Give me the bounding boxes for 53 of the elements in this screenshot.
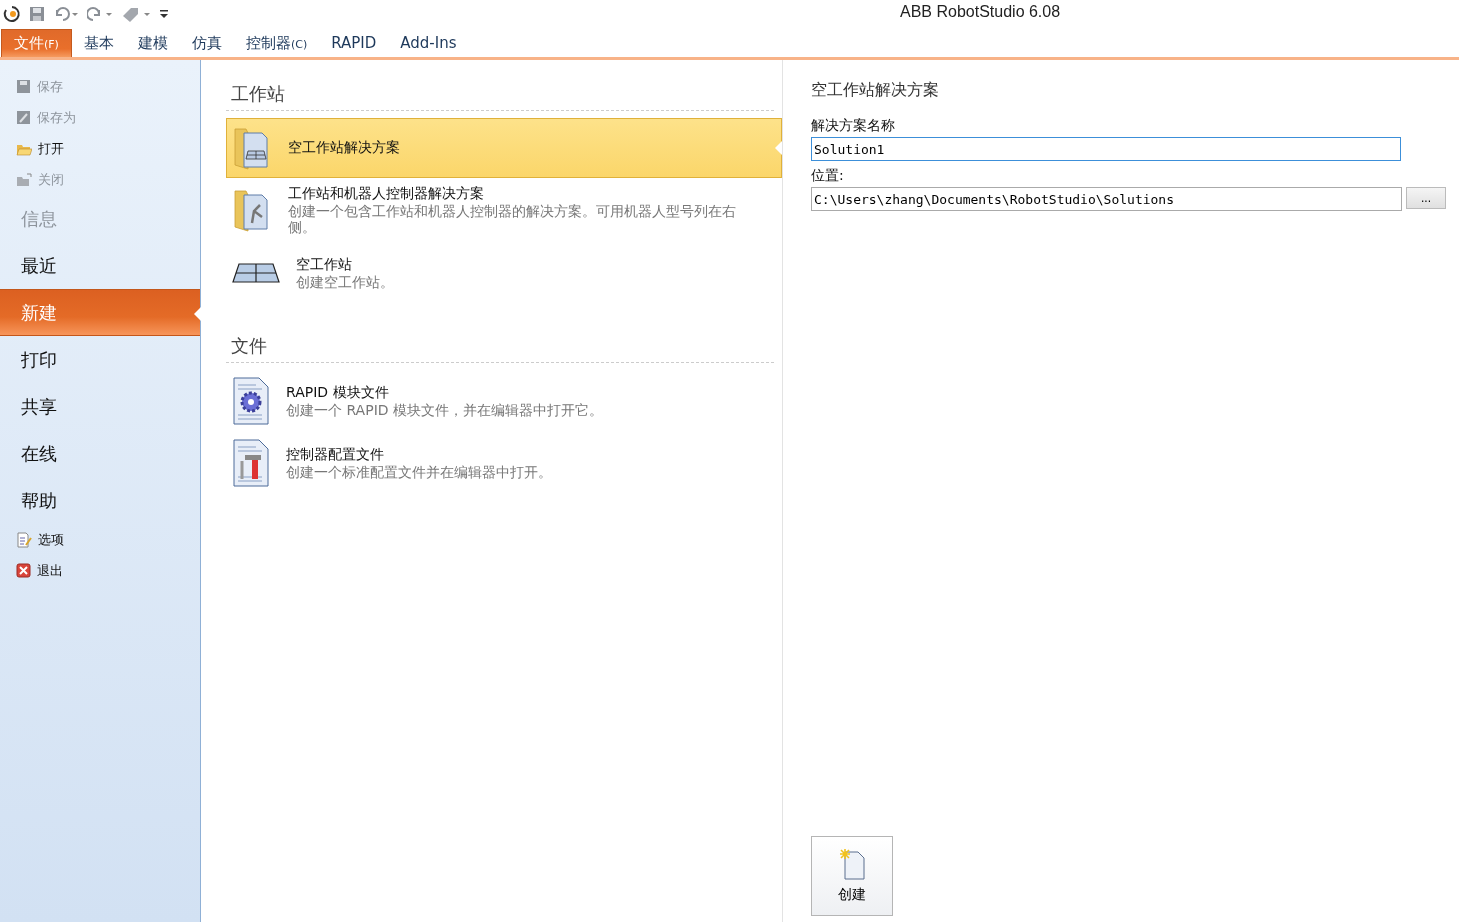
section-heading: 工作站	[226, 80, 774, 111]
solution-name-field[interactable]: Solution1	[811, 137, 1401, 161]
app-logo-icon[interactable]	[3, 5, 21, 23]
location-field[interactable]: C:\Users\zhang\Documents\RobotStudio\Solutions	[811, 187, 1402, 211]
undo-icon[interactable]	[53, 6, 79, 22]
template-description: 创建一个 RAPID 模块文件，并在编辑器中打开它。	[286, 402, 603, 419]
template-title: 空工作站	[296, 256, 353, 275]
save-as-icon	[16, 110, 31, 125]
menu-item[interactable]: 帮助	[0, 477, 200, 524]
options-icon	[16, 531, 32, 548]
template-title: RAPID 模块文件	[286, 384, 390, 403]
field-label: 解决方案名称	[811, 117, 896, 135]
template-title: 工作站和机器人控制器解决方案	[288, 185, 485, 203]
save-icon	[16, 79, 31, 94]
template-title: 空工作站解决方案	[288, 139, 400, 157]
template-item[interactable]: 空工作站 创建空工作站。	[226, 242, 782, 305]
menu-item[interactable]: 共享	[0, 383, 200, 430]
menu-item[interactable]: 打开	[0, 133, 200, 164]
ribbon-tab[interactable]: RAPID	[319, 29, 389, 57]
menu-item[interactable]: 打印	[0, 336, 200, 383]
tools-document-icon	[232, 439, 270, 488]
gear-document-icon	[232, 377, 270, 426]
section-heading: 文件	[226, 332, 774, 364]
close-icon	[16, 563, 31, 578]
template-description: 创建一个标准配置文件并在编辑器中打开。	[286, 464, 552, 481]
ribbon-tab[interactable]: 基本	[71, 29, 126, 57]
menu-item[interactable]: 在线	[0, 430, 200, 477]
tag-icon[interactable]	[121, 6, 151, 22]
menu-item[interactable]: 选项	[0, 524, 200, 555]
ribbon-tab[interactable]: 建模	[125, 29, 180, 57]
field-label: 位置:	[811, 167, 845, 185]
panel-title: 空工作站解决方案	[811, 80, 940, 101]
template-item[interactable]: 工作站和机器人控制器解决方案 创建一个包含工作站和机器人控制器的解决方案。可用机器人型号列在右侧。	[226, 178, 782, 243]
create-button[interactable]: 创建	[811, 836, 893, 916]
browse-button[interactable]: ...	[1406, 187, 1446, 209]
menu-item[interactable]: 最近	[0, 242, 200, 289]
window-title: ABB RobotStudio 6.08	[900, 3, 1061, 21]
customize-toolbar-icon[interactable]	[159, 8, 169, 20]
ribbon-tab[interactable]: Add-Ins	[388, 29, 469, 57]
save-icon[interactable]	[29, 6, 45, 22]
template-item[interactable]: RAPID 模块文件 创建一个 RAPID 模块文件，并在编辑器中打开它。	[226, 370, 782, 433]
template-item[interactable]: 空工作站解决方案	[226, 118, 782, 178]
template-description: 创建空工作站。	[296, 274, 394, 291]
template-title: 控制器配置文件	[286, 446, 385, 465]
template-item[interactable]: 控制器配置文件 创建一个标准配置文件并在编辑器中打开。	[226, 432, 782, 495]
ribbon-tab[interactable]: 仿真	[179, 29, 234, 57]
redo-icon[interactable]	[87, 6, 113, 22]
template-description: 创建一个包含工作站和机器人控制器的解决方案。可用机器人型号列在右侧。	[288, 203, 737, 236]
new-document-icon	[839, 848, 865, 880]
folder-icon	[16, 172, 32, 187]
floor-grid-icon	[232, 263, 280, 284]
ribbon-tab[interactable]: 控制器(C)	[233, 29, 320, 57]
menu-item[interactable]: 退出	[0, 555, 200, 586]
